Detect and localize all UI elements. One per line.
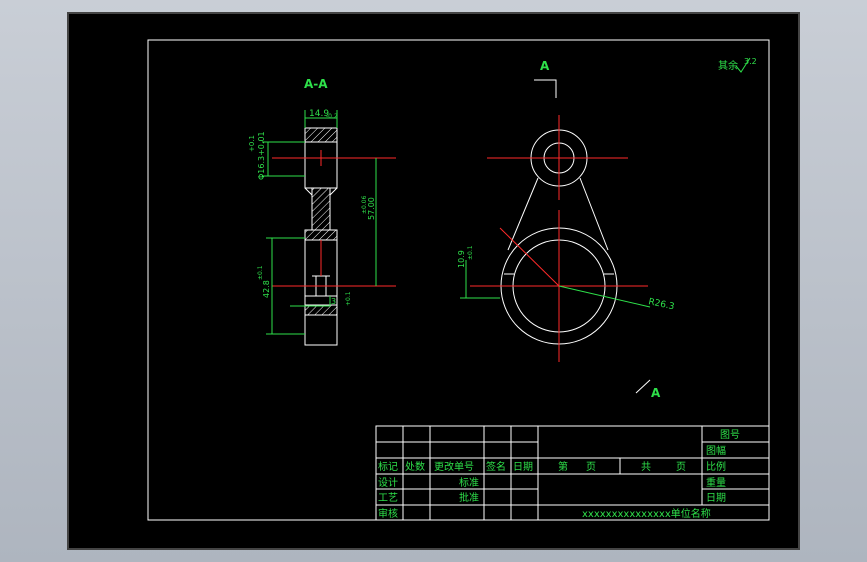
tb-weight: 重量 [706,476,726,489]
tb-row-design: 设计 [378,476,398,489]
tb-header-change: 更改单号 [434,460,474,473]
cad-drawing-canvas[interactable]: 其余 3.2 A-A 14.9 -0.2 Φ16.3+0.01 +0.1 57.… [0,0,867,562]
dim-big-end-dia: 42.8 [262,280,271,298]
roughness-note: 其余 [718,59,738,72]
dim-center-tol: ±0.06 [361,195,368,214]
tb-header-sign: 签名 [486,460,506,473]
tb-header-count: 处数 [405,460,425,473]
tb-page-no: 第 [558,460,568,473]
dim-side-tol: ±0.1 [467,245,474,260]
dim-bore-tol: +0.1 [248,135,256,152]
tb-standard: 标准 [459,477,479,489]
dim-slot-width: 3 [331,297,336,306]
tb-frame: 图幅 [706,444,726,457]
dim-side: 10.9 [457,250,466,268]
section-marker-top: A [540,59,550,73]
section-marker-bottom: A [651,386,661,400]
dim-bore-dia: Φ16.3+0.01 [257,131,266,180]
dim-slot-tol: +0.1 [345,291,352,306]
tb-company: xxxxxxxxxxxxxxx单位名称 [582,507,711,520]
tb-header-mark: 标记 [378,461,398,473]
tb-total-unit: 页 [676,461,686,473]
dim-big-end-tol: ±0.1 [257,265,264,280]
tb-drawing-no: 图号 [720,429,740,441]
tb-row-review: 审核 [378,507,398,520]
tb-header-date: 日期 [513,461,533,473]
section-title: A-A [304,77,328,91]
dim-center-distance: 57.00 [367,197,376,220]
tb-approve: 批准 [459,491,479,504]
tb-scale: 比例 [706,460,726,473]
tb-total: 共 [641,461,651,473]
tb-page-unit: 页 [586,461,596,473]
dim-top-width-tol: -0.2 [326,113,338,120]
tb-row-process: 工艺 [378,492,398,504]
tb-date: 日期 [706,492,726,504]
